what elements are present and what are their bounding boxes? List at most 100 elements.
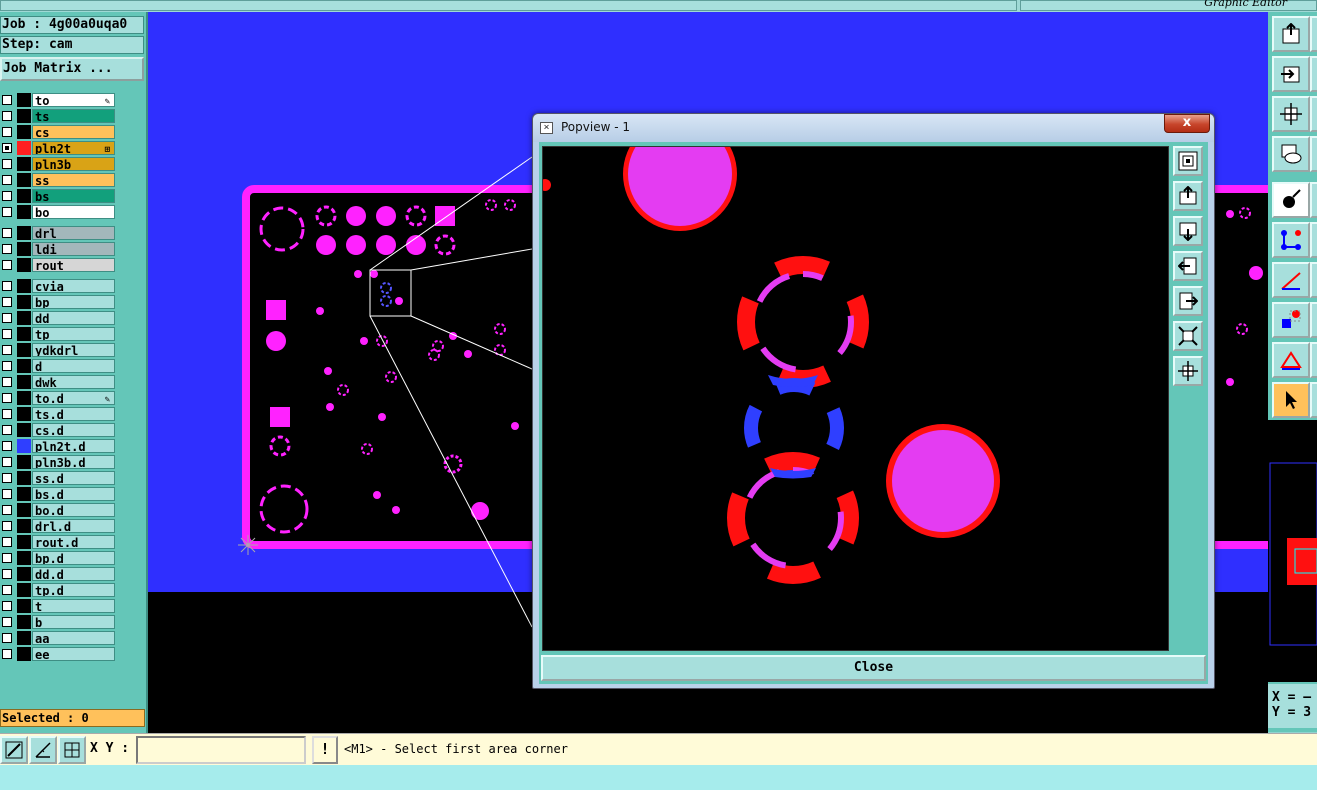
layer-color-swatch[interactable]	[17, 423, 31, 437]
layer-name[interactable]: bp.d	[32, 551, 115, 565]
grid-button[interactable]	[58, 736, 86, 764]
layer-checkbox[interactable]	[2, 244, 12, 254]
layer-name[interactable]: cs	[32, 125, 115, 139]
layer-row[interactable]: cvia	[0, 278, 118, 294]
layer-checkbox[interactable]	[2, 505, 12, 515]
layer-checkbox[interactable]	[2, 425, 12, 435]
mini-map[interactable]	[1268, 420, 1317, 682]
layer-checkbox[interactable]	[2, 569, 12, 579]
layer-color-swatch[interactable]	[17, 551, 31, 565]
snap-button[interactable]	[1272, 302, 1310, 338]
layer-color-swatch[interactable]	[17, 583, 31, 597]
layer-name[interactable]: to.d ✎	[32, 391, 115, 405]
layer-color-swatch[interactable]	[17, 471, 31, 485]
layer-color-swatch[interactable]	[17, 295, 31, 309]
layer-name[interactable]: bs.d	[32, 487, 115, 501]
layer-color-swatch[interactable]	[17, 567, 31, 581]
feature-button[interactable]	[1272, 182, 1310, 218]
layer-checkbox[interactable]	[2, 633, 12, 643]
layer-checkbox[interactable]	[2, 409, 12, 419]
layer-color-swatch[interactable]	[17, 205, 31, 219]
layer-row[interactable]: bo	[0, 204, 118, 220]
layer-checkbox[interactable]	[2, 175, 12, 185]
layer-row[interactable]: t	[0, 598, 118, 614]
layer-checkbox[interactable]	[2, 601, 12, 611]
layer-color-swatch[interactable]	[17, 343, 31, 357]
layer-color-swatch[interactable]	[17, 258, 31, 272]
popview-window[interactable]: × Popview - 1 x Close	[532, 113, 1215, 689]
layer-row[interactable]: aa	[0, 630, 118, 646]
layer-row[interactable]: drl	[0, 225, 118, 241]
layer-row[interactable]: ydkdrl	[0, 342, 118, 358]
layer-color-swatch[interactable]	[17, 375, 31, 389]
popview-pan-up-button[interactable]	[1173, 181, 1203, 211]
layer-row[interactable]: bp.d	[0, 550, 118, 566]
layer-checkbox[interactable]	[2, 361, 12, 371]
layer-row[interactable]: to ✎	[0, 92, 118, 108]
palette-button-alt[interactable]	[1310, 136, 1317, 172]
layer-name[interactable]: ts	[32, 109, 115, 123]
layer-color-swatch[interactable]	[17, 311, 31, 325]
layer-name[interactable]: pln3b	[32, 157, 115, 171]
layer-name[interactable]: pln3b.d	[32, 455, 115, 469]
layer-color-swatch[interactable]	[17, 226, 31, 240]
layer-checkbox[interactable]	[2, 207, 12, 217]
snap-button-alt[interactable]	[1310, 302, 1317, 338]
zoom-area-button[interactable]	[0, 736, 28, 764]
layer-checkbox[interactable]	[2, 143, 12, 153]
popview-close-button[interactable]: Close	[541, 655, 1206, 681]
layer-name[interactable]: bs	[32, 189, 115, 203]
move-button[interactable]	[1272, 96, 1310, 132]
layer-name[interactable]: pln2t ⊞	[32, 141, 115, 155]
layer-color-swatch[interactable]	[17, 535, 31, 549]
pointer-button-alt[interactable]	[1310, 382, 1317, 418]
popview-center-button[interactable]	[1173, 356, 1203, 386]
layer-checkbox[interactable]	[2, 127, 12, 137]
layer-row[interactable]: d	[0, 358, 118, 374]
job-matrix-button[interactable]: Job Matrix ...	[0, 57, 144, 81]
move-button-alt[interactable]	[1310, 96, 1317, 132]
popview-titlebar[interactable]: × Popview - 1 x	[533, 114, 1214, 142]
layer-row[interactable]: dwk	[0, 374, 118, 390]
layer-row[interactable]: ss.d	[0, 470, 118, 486]
layer-row[interactable]: to.d ✎	[0, 390, 118, 406]
import-button-alt[interactable]	[1310, 56, 1317, 92]
export-button-alt[interactable]	[1310, 16, 1317, 52]
net-button-alt[interactable]	[1310, 222, 1317, 258]
layer-checkbox[interactable]	[2, 489, 12, 499]
layer-name[interactable]: bp	[32, 295, 115, 309]
layer-color-swatch[interactable]	[17, 359, 31, 373]
layer-name[interactable]: dd.d	[32, 567, 115, 581]
layer-row[interactable]: bo.d	[0, 502, 118, 518]
layer-name[interactable]: bo.d	[32, 503, 115, 517]
layer-color-swatch[interactable]	[17, 519, 31, 533]
layer-checkbox[interactable]	[2, 345, 12, 355]
popview-pan-right-button[interactable]	[1173, 286, 1203, 316]
layer-color-swatch[interactable]	[17, 279, 31, 293]
layer-row[interactable]: drl.d	[0, 518, 118, 534]
layer-name[interactable]: bo	[32, 205, 115, 219]
layer-checkbox[interactable]	[2, 441, 12, 451]
warning-button[interactable]: !	[312, 736, 338, 764]
layer-color-swatch[interactable]	[17, 455, 31, 469]
layer-name[interactable]: tp.d	[32, 583, 115, 597]
layer-checkbox[interactable]	[2, 297, 12, 307]
layer-name[interactable]: d	[32, 359, 115, 373]
layer-row[interactable]: pln3b	[0, 156, 118, 172]
xy-input[interactable]	[136, 736, 306, 764]
layer-color-swatch[interactable]	[17, 189, 31, 203]
layer-row[interactable]: dd.d	[0, 566, 118, 582]
layer-color-swatch[interactable]	[17, 125, 31, 139]
layer-row[interactable]: pln2t ⊞	[0, 140, 118, 156]
layer-name[interactable]: ydkdrl	[32, 343, 115, 357]
layer-row[interactable]: bs.d	[0, 486, 118, 502]
layer-row[interactable]: pln3b.d	[0, 454, 118, 470]
layer-checkbox[interactable]	[2, 191, 12, 201]
layer-checkbox[interactable]	[2, 537, 12, 547]
layer-checkbox[interactable]	[2, 473, 12, 483]
layer-checkbox[interactable]	[2, 617, 12, 627]
feature-button-alt[interactable]	[1310, 182, 1317, 218]
layer-row[interactable]: rout.d	[0, 534, 118, 550]
layer-checkbox[interactable]	[2, 281, 12, 291]
layer-row[interactable]: dd	[0, 310, 118, 326]
